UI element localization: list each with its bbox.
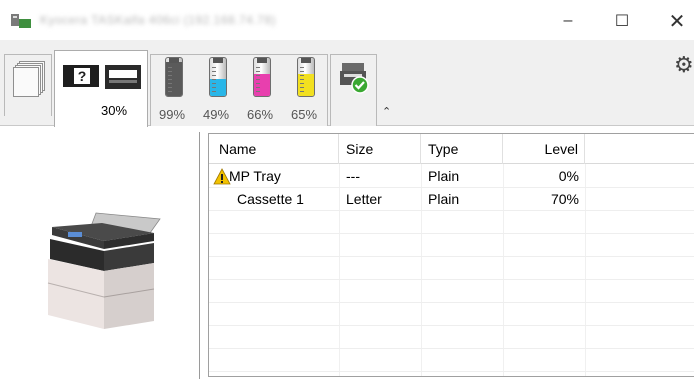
title-bar: Kyocera TASKalfa 406ci (192.168.74.78) –… [0,0,694,40]
tab-toner-levels[interactable]: 99% 49% 66% 65% [150,54,328,126]
empty-row [209,234,694,257]
col-header-name[interactable]: Name [209,134,339,164]
col-header-size[interactable]: Size [339,134,421,164]
toner-black-icon [165,57,183,97]
toner-magenta-percent: 66% [247,107,274,122]
paper-tray-table: Name Size Type Level MP Tray --- Plain 0% Ca… [208,133,694,377]
device-toolbar: ? 30% 99% 49% 66% 65% ⌃ ⚙ [0,40,694,127]
device-status-check-icon [340,63,369,94]
empty-row [209,280,694,303]
device-image-panel [0,127,198,379]
empty-row [209,349,694,372]
cell-level: 0% [558,168,579,184]
empty-row [209,326,694,349]
col-header-type[interactable]: Type [421,134,503,164]
empty-row [209,211,694,234]
maximize-button[interactable]: ☐ [607,10,637,32]
minimize-button[interactable]: – [553,10,583,32]
col-header-level[interactable]: Level [503,134,585,164]
table-header: Name Size Type Level [209,134,694,164]
settings-gear-icon[interactable]: ⚙ [674,52,694,78]
table-row[interactable]: MP Tray --- Plain 0% [209,165,694,188]
panel-splitter[interactable] [199,132,201,379]
tray-percent-label: 30% [101,103,128,118]
close-button[interactable]: ✕ [662,10,692,33]
collapse-caret-icon[interactable]: ⌃ [382,105,391,118]
tab-device-status[interactable] [330,54,377,126]
table-row[interactable]: Cassette 1 Letter Plain 70% [209,188,694,211]
toner-yellow-percent: 65% [291,107,318,122]
cell-size: --- [346,168,360,184]
printer-device-image [47,212,161,329]
help-icon[interactable]: ? [63,65,99,87]
empty-row [209,257,694,280]
toner-black-percent: 99% [159,107,186,122]
cell-level: 70% [550,191,579,207]
paper-tray-icon [105,65,141,89]
window-title-text: Kyocera TASKalfa 406ci (192.168.74.78) [40,13,277,27]
printer-app-icon [11,14,31,28]
toner-magenta-icon [253,57,271,97]
toner-cyan-percent: 49% [203,107,230,122]
tab-paper[interactable] [4,54,52,116]
cell-name: Cassette 1 [237,191,304,207]
empty-row [209,303,694,326]
cell-size: Letter [346,191,382,207]
toner-yellow-icon [297,57,315,97]
cell-type: Plain [428,191,460,207]
window-title: Kyocera TASKalfa 406ci (192.168.74.78) [40,12,340,27]
cell-type: Plain [428,168,460,184]
tab-tray-info[interactable]: ? 30% [54,50,148,127]
toner-cyan-icon [209,57,227,97]
cell-name: MP Tray [229,168,281,184]
paper-stack-icon [13,61,45,99]
